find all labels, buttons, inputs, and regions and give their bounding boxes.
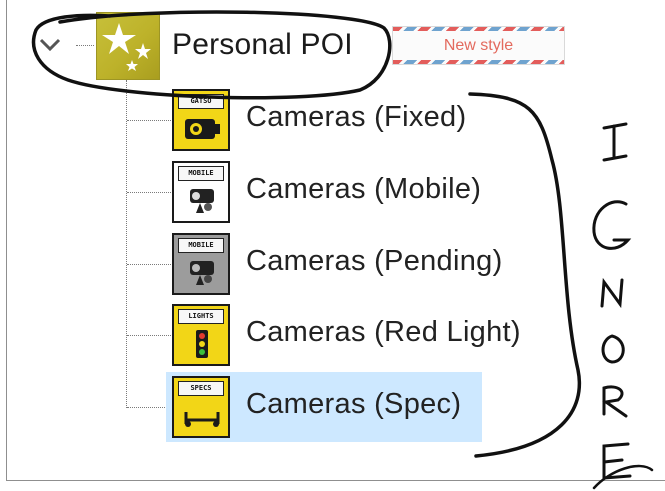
tree-item-cameras-fixed[interactable]: GATSO Cameras (Fixed)	[166, 85, 482, 155]
tree-connector	[76, 45, 94, 46]
spec-camera-icon: SPECS	[172, 376, 230, 438]
tree-connector	[127, 120, 171, 121]
tree-connector	[126, 80, 127, 408]
tree-item-cameras-red-light[interactable]: LIGHTS Cameras (Red Light)	[166, 300, 521, 370]
tree-root-label[interactable]: Personal POI	[172, 28, 353, 62]
gatso-camera-icon: GATSO	[172, 89, 230, 151]
tree-item-label: Cameras (Spec)	[246, 388, 462, 420]
new-style-button-label: New style	[443, 36, 514, 54]
stars-folder-icon	[96, 12, 160, 80]
icon-tag: MOBILE	[178, 238, 224, 253]
tree-item-cameras-pending[interactable]: MOBILE Cameras (Pending)	[166, 229, 502, 299]
chevron-down-icon[interactable]	[38, 36, 62, 54]
icon-tag: GATSO	[178, 94, 224, 109]
mobile-camera-icon: MOBILE	[172, 161, 230, 223]
tree-item-label: Cameras (Mobile)	[246, 173, 482, 205]
tree-item-label: Cameras (Fixed)	[246, 101, 467, 133]
tree-item-cameras-spec[interactable]: SPECS Cameras (Spec)	[166, 372, 482, 442]
new-style-button[interactable]: New style	[392, 26, 565, 65]
tree-connector	[127, 407, 171, 408]
tree-item-label: Cameras (Pending)	[246, 245, 503, 277]
tree-connector	[127, 264, 171, 265]
tree-connector	[127, 192, 171, 193]
traffic-light-camera-icon: LIGHTS	[172, 304, 230, 366]
tree-item-label: Cameras (Red Light)	[246, 316, 521, 348]
icon-tag: LIGHTS	[178, 309, 224, 324]
icon-tag: MOBILE	[178, 166, 224, 181]
mobile-camera-pending-icon: MOBILE	[172, 233, 230, 295]
tree-connector	[127, 335, 171, 336]
tree-item-cameras-mobile[interactable]: MOBILE Cameras (Mobile)	[166, 157, 482, 227]
icon-tag: SPECS	[178, 381, 224, 396]
